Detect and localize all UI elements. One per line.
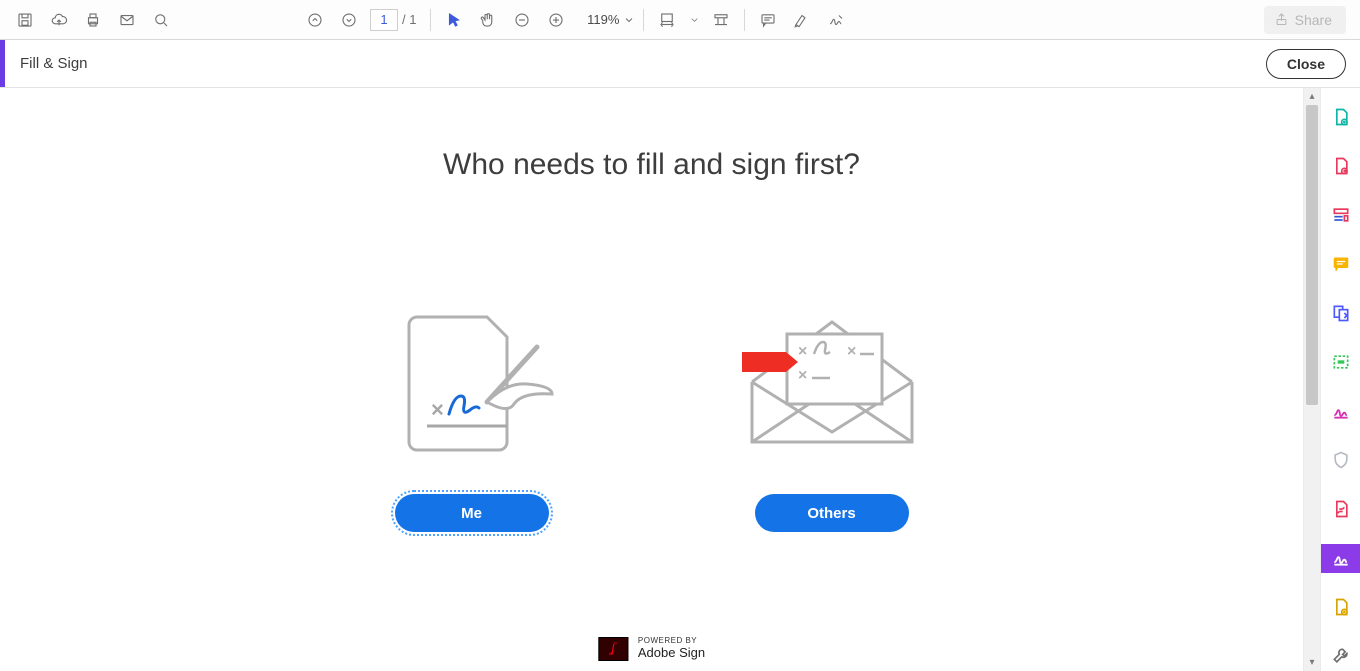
selection-arrow-icon[interactable] — [437, 4, 471, 36]
option-me: × Me — [382, 302, 562, 532]
page-number-input[interactable] — [370, 9, 398, 31]
page-up-icon[interactable] — [298, 4, 332, 36]
option-others-button[interactable]: Others — [755, 494, 909, 532]
organize-pages-icon[interactable] — [1321, 298, 1360, 327]
fit-width-chevron-icon[interactable] — [684, 4, 704, 36]
right-tools-rail — [1320, 88, 1360, 671]
fill-sign-subheader: Fill & Sign Close — [0, 40, 1360, 88]
scroll-down-icon[interactable]: ▾ — [1304, 654, 1320, 671]
highlighter-icon[interactable] — [785, 4, 819, 36]
adobe-sign-label: Adobe Sign — [638, 646, 705, 660]
print-icon[interactable] — [76, 4, 110, 36]
page-total-label: / 1 — [402, 12, 416, 27]
share-label: Share — [1295, 12, 1332, 28]
vertical-scrollbar[interactable]: ▴ ▾ — [1303, 88, 1320, 671]
toolbar-separator — [430, 9, 431, 31]
adobe-sign-badge-icon: ʆ — [598, 637, 628, 661]
option-others-illustration: × × × — [732, 302, 932, 462]
comment-icon[interactable] — [751, 4, 785, 36]
protect-icon[interactable] — [1321, 446, 1360, 475]
toolbar-separator — [744, 9, 745, 31]
scroll-thumb[interactable] — [1306, 105, 1318, 405]
sign-tool-icon[interactable] — [1321, 396, 1360, 425]
option-me-button[interactable]: Me — [395, 494, 549, 532]
signature-icon[interactable] — [819, 4, 853, 36]
content-area: Who needs to fill and sign first? × — [0, 88, 1303, 671]
compress-icon[interactable] — [1321, 495, 1360, 524]
send-for-comment-icon[interactable] — [1321, 593, 1360, 622]
edit-pdf-icon[interactable] — [1321, 200, 1360, 229]
share-button: Share — [1264, 6, 1346, 34]
comment-pdf-icon[interactable] — [1321, 249, 1360, 278]
top-toolbar: / 1 119% — [0, 0, 1360, 40]
mail-icon[interactable] — [110, 4, 144, 36]
more-tools-icon[interactable] — [1321, 642, 1360, 671]
zoom-out-icon[interactable] — [505, 4, 539, 36]
export-pdf-icon[interactable] — [1321, 151, 1360, 180]
fill-sign-icon[interactable] — [1321, 544, 1360, 573]
option-others: × × × Others — [742, 302, 922, 532]
redact-icon[interactable] — [1321, 347, 1360, 376]
zoom-dropdown-chevron-icon[interactable] — [621, 12, 637, 28]
svg-text:×: × — [847, 343, 856, 360]
svg-text:×: × — [431, 397, 444, 422]
subheader-title: Fill & Sign — [0, 55, 88, 72]
zoom-value-label: 119% — [573, 12, 621, 27]
page-down-icon[interactable] — [332, 4, 366, 36]
powered-by-adobe-sign: ʆ POWERED BY Adobe Sign — [598, 637, 705, 661]
svg-text:×: × — [798, 367, 807, 384]
save-icon[interactable] — [8, 4, 42, 36]
hand-tool-icon[interactable] — [471, 4, 505, 36]
svg-text:×: × — [798, 343, 807, 360]
question-heading: Who needs to fill and sign first? — [0, 148, 1303, 182]
read-mode-icon[interactable] — [704, 4, 738, 36]
create-pdf-icon[interactable] — [1321, 102, 1360, 131]
option-me-illustration: × — [387, 302, 557, 462]
toolbar-separator — [643, 9, 644, 31]
close-button[interactable]: Close — [1266, 49, 1346, 79]
zoom-in-icon[interactable] — [539, 4, 573, 36]
scroll-up-icon[interactable]: ▴ — [1304, 88, 1320, 105]
fit-width-icon[interactable] — [650, 4, 684, 36]
cloud-upload-icon[interactable] — [42, 4, 76, 36]
search-icon[interactable] — [144, 4, 178, 36]
